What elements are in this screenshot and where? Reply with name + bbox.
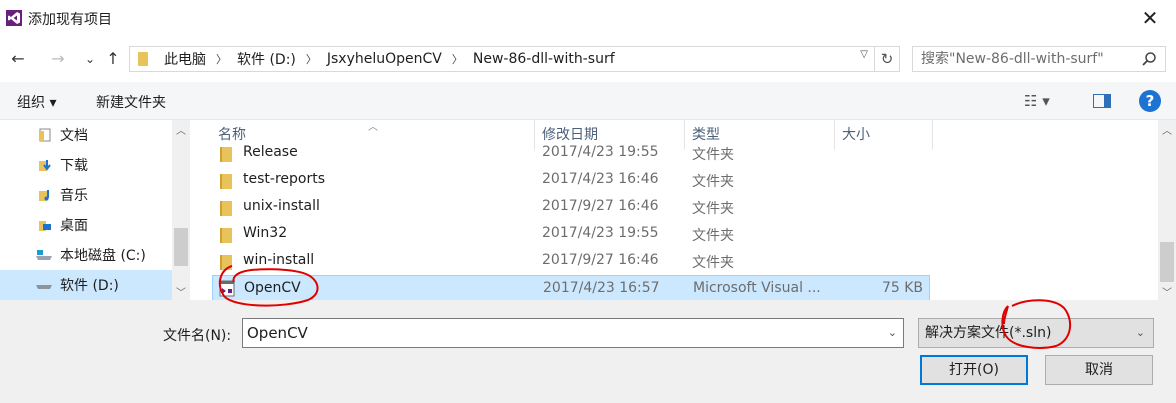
- chevron-down-icon[interactable]: ⌄: [888, 319, 897, 347]
- column-divider[interactable]: [932, 120, 933, 150]
- sidebar-item-label: 文档: [60, 128, 88, 144]
- cancel-button[interactable]: 取消: [1045, 355, 1153, 385]
- file-name: Win32: [243, 225, 288, 241]
- address-bar[interactable]: 此电脑 〉 软件 (D:) 〉 JsxyheluOpenCV 〉 New-86-…: [129, 46, 875, 72]
- open-button[interactable]: 打开(O): [920, 355, 1028, 385]
- new-folder-button[interactable]: 新建文件夹: [96, 92, 166, 112]
- sidebar-item-label: 软件 (D:): [60, 278, 119, 294]
- chevron-down-icon[interactable]: ﹀: [1158, 284, 1176, 299]
- sidebar-item-desktop[interactable]: 桌面: [0, 210, 172, 240]
- folder-icon: [220, 201, 232, 216]
- organize-menu[interactable]: 组织 ▾: [17, 92, 56, 112]
- folder-icon: [220, 228, 232, 243]
- search-placeholder: 搜索"New-86-dll-with-surf": [921, 51, 1104, 67]
- folder-icon: [220, 255, 232, 270]
- table-row[interactable]: win-install 2017/9/27 16:46 文件夹: [212, 248, 930, 275]
- back-button[interactable]: ←: [6, 48, 30, 70]
- table-row[interactable]: test-reports 2017/4/23 16:46 文件夹: [212, 167, 930, 194]
- file-date: 2017/4/23 16:46: [542, 171, 659, 187]
- chevron-down-icon[interactable]: ▽: [860, 49, 868, 60]
- navigation-pane: 文档 下载 音乐 桌面 本地磁盘 (C:) 软件 (D:): [0, 120, 190, 300]
- scrollbar-thumb[interactable]: [174, 228, 188, 266]
- navigation-bar: ← → ⌄ ↑ 此电脑 〉 软件 (D:) 〉 JsxyheluOpenCV 〉…: [0, 40, 1176, 78]
- search-input[interactable]: 搜索"New-86-dll-with-surf": [912, 46, 1166, 72]
- breadcrumb-jsxyhelu[interactable]: JsxyheluOpenCV: [323, 51, 446, 67]
- file-size: 75 KB: [881, 280, 923, 296]
- file-type-filter[interactable]: 解决方案文件(*.sln) ⌄: [918, 318, 1154, 348]
- table-row[interactable]: unix-install 2017/9/27 16:46 文件夹: [212, 194, 930, 221]
- file-name: test-reports: [243, 171, 325, 187]
- window-title: 添加现有项目: [28, 12, 112, 28]
- recent-locations-dropdown[interactable]: ⌄: [78, 48, 102, 70]
- table-row[interactable]: Win32 2017/4/23 19:55 文件夹: [212, 221, 930, 248]
- sidebar-item-documents[interactable]: 文档: [0, 120, 172, 150]
- preview-pane-icon[interactable]: [1093, 94, 1111, 108]
- filename-input[interactable]: OpenCV ⌄: [242, 318, 904, 348]
- file-type: 文件夹: [692, 201, 734, 217]
- file-type: 文件夹: [692, 147, 734, 163]
- sidebar-item-label: 本地磁盘 (C:): [60, 248, 146, 264]
- file-list-scrollbar[interactable]: ︿ ﹀: [1158, 120, 1176, 300]
- chevron-down-icon[interactable]: ⌄: [1136, 319, 1145, 347]
- file-date: 2017/4/23 19:55: [542, 144, 659, 160]
- chevron-up-icon[interactable]: ︿: [172, 122, 190, 137]
- file-type: 文件夹: [692, 174, 734, 190]
- command-bar: 组织 ▾ 新建文件夹 ☷ ▾ ?: [0, 82, 1176, 120]
- up-button[interactable]: ↑: [101, 48, 125, 70]
- sidebar-item-label: 下载: [60, 158, 88, 174]
- filename-value: OpenCV: [247, 324, 308, 342]
- breadcrumb-this-pc[interactable]: 此电脑: [160, 49, 210, 69]
- file-date: 2017/4/23 16:57: [543, 280, 660, 296]
- chevron-down-icon[interactable]: ﹀: [172, 284, 190, 299]
- chevron-up-icon[interactable]: ︿: [1158, 122, 1176, 137]
- file-name: win-install: [243, 252, 315, 268]
- search-icon[interactable]: [1141, 51, 1157, 67]
- folder-icon: [220, 147, 232, 162]
- chevron-right-icon[interactable]: 〉: [210, 51, 233, 67]
- table-row[interactable]: Release 2017/4/23 19:55 文件夹: [212, 140, 930, 167]
- forward-button[interactable]: →: [46, 48, 70, 70]
- sidebar-item-label: 桌面: [60, 218, 88, 234]
- file-name: OpenCV: [244, 280, 301, 296]
- file-type: 文件夹: [692, 228, 734, 244]
- solution-file-icon: [219, 280, 235, 297]
- file-type: 文件夹: [692, 255, 734, 271]
- file-type: Microsoft Visual ...: [693, 280, 821, 296]
- chevron-right-icon[interactable]: 〉: [446, 51, 469, 67]
- dialog-footer: 文件名(N): OpenCV ⌄ 解决方案文件(*.sln) ⌄ 打开(O) 取…: [0, 300, 1176, 403]
- breadcrumb-drive-d[interactable]: 软件 (D:): [233, 49, 300, 69]
- breadcrumb-current-folder[interactable]: New-86-dll-with-surf: [469, 51, 619, 67]
- help-icon[interactable]: ?: [1139, 90, 1161, 112]
- filename-label: 文件名(N):: [163, 328, 232, 344]
- view-options-icon[interactable]: ☷ ▾: [1024, 92, 1050, 110]
- sidebar-item-drive-d[interactable]: 软件 (D:): [0, 270, 172, 300]
- sidebar-item-downloads[interactable]: 下载: [0, 150, 172, 180]
- folder-icon: [138, 52, 148, 66]
- documents-icon: [39, 128, 51, 142]
- drive-c-icon: [36, 250, 52, 260]
- desktop-icon: [39, 221, 51, 231]
- file-name: Release: [243, 144, 298, 160]
- file-name: unix-install: [243, 198, 320, 214]
- visual-studio-icon: [6, 10, 22, 26]
- refresh-button[interactable]: ↻: [874, 46, 900, 72]
- drive-d-icon: [36, 285, 52, 289]
- file-date: 2017/9/27 16:46: [542, 252, 659, 268]
- downloads-icon: [39, 160, 51, 171]
- close-button[interactable]: ✕: [1130, 4, 1170, 32]
- file-date: 2017/9/27 16:46: [542, 198, 659, 214]
- filter-value: 解决方案文件(*.sln): [925, 325, 1052, 341]
- music-icon: [39, 190, 49, 201]
- chevron-right-icon[interactable]: 〉: [300, 51, 323, 67]
- scrollbar-thumb[interactable]: [1160, 242, 1174, 282]
- title-bar: 添加现有项目 ✕: [0, 0, 1176, 38]
- sidebar-item-drive-c[interactable]: 本地磁盘 (C:): [0, 240, 172, 270]
- sidebar-item-label: 音乐: [60, 188, 88, 204]
- file-date: 2017/4/23 19:55: [542, 225, 659, 241]
- table-row-selected[interactable]: OpenCV 2017/4/23 16:57 Microsoft Visual …: [212, 275, 930, 300]
- folder-icon: [220, 174, 232, 189]
- sidebar-item-music[interactable]: 音乐: [0, 180, 172, 210]
- navigation-scrollbar[interactable]: ︿ ﹀: [172, 120, 190, 300]
- file-list: ︿ 名称 修改日期 类型 大小 Release 2017/4/23 19:55 …: [196, 120, 1158, 300]
